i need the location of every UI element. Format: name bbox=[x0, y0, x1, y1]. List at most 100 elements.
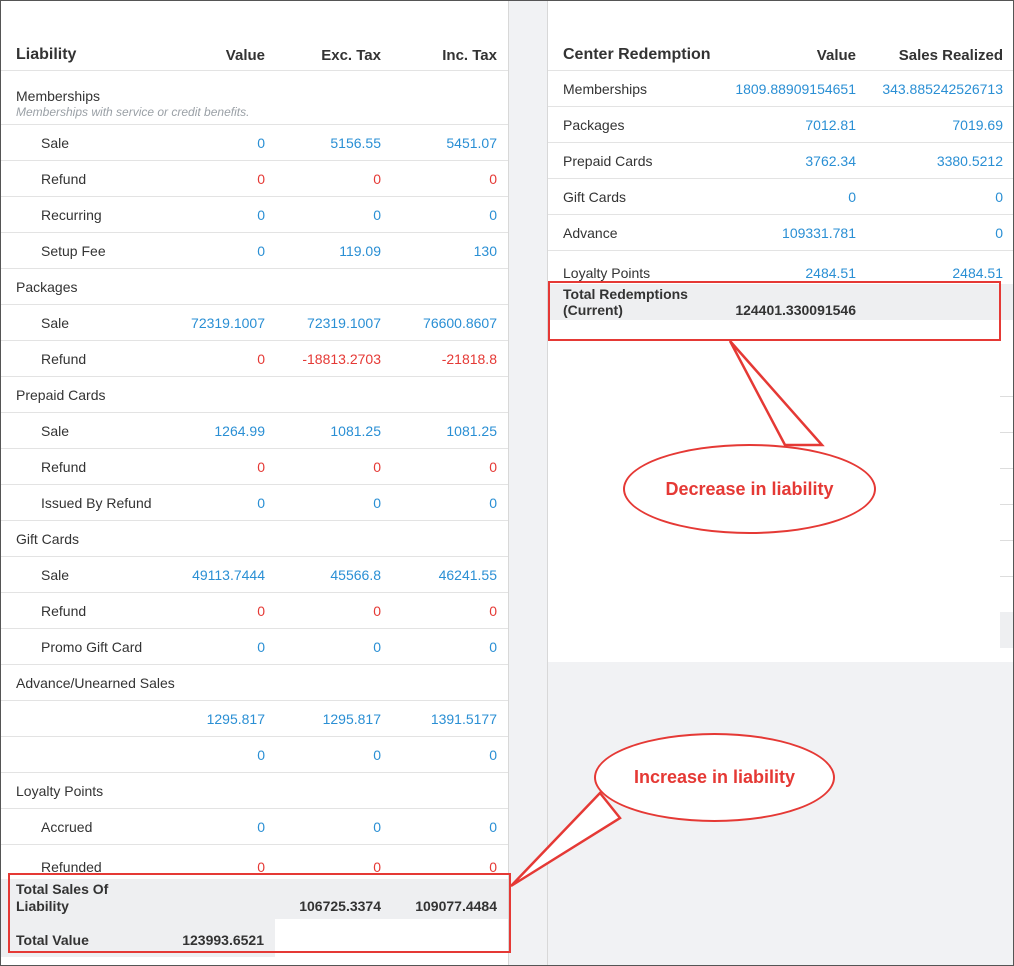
inc-tax-cell[interactable]: 0 bbox=[489, 747, 497, 763]
table-row: Refund 0 -18813.2703 -21818.8 bbox=[1, 341, 508, 377]
inc-tax-cell[interactable]: 0 bbox=[489, 819, 497, 835]
group-title: Memberships bbox=[16, 88, 101, 104]
group-title: Advance/Unearned Sales bbox=[16, 674, 175, 691]
exc-tax-cell[interactable]: 0 bbox=[373, 495, 381, 511]
group-subtitle: Memberships with service or credit benef… bbox=[16, 105, 250, 119]
column-header-exc-tax[interactable]: Exc. Tax bbox=[321, 47, 381, 64]
group-title: Prepaid Cards bbox=[16, 386, 106, 403]
inc-tax-cell[interactable]: 0 bbox=[489, 459, 497, 475]
value-cell[interactable]: 0 bbox=[257, 819, 265, 835]
exc-tax-cell[interactable]: 119.09 bbox=[339, 243, 381, 259]
inc-tax-cell[interactable]: 0 bbox=[489, 603, 497, 619]
value-cell[interactable]: 1809.88909154651 bbox=[735, 81, 856, 97]
column-header-sales-realized[interactable]: Sales Realized bbox=[899, 47, 1003, 64]
exc-tax-cell[interactable]: 1081.25 bbox=[330, 423, 381, 439]
faint-divider bbox=[1000, 432, 1013, 433]
exc-tax-cell[interactable]: 72319.1007 bbox=[307, 315, 381, 331]
value-cell[interactable]: 0 bbox=[257, 351, 265, 367]
sales-realized-cell[interactable]: 7019.69 bbox=[952, 117, 1003, 133]
table-row: Packages 7012.81 7019.69 bbox=[548, 107, 1013, 143]
inc-tax-cell[interactable]: 0 bbox=[489, 639, 497, 655]
column-header-inc-tax[interactable]: Inc. Tax bbox=[442, 47, 497, 64]
group-gift-cards: Gift Cards bbox=[1, 521, 508, 557]
row-label: Recurring bbox=[41, 206, 102, 223]
row-label: Advance bbox=[563, 224, 618, 241]
faint-divider bbox=[1000, 612, 1013, 648]
exc-tax-cell[interactable]: 5156.55 bbox=[330, 135, 381, 151]
inc-tax-cell[interactable]: 5451.07 bbox=[446, 135, 497, 151]
exc-tax-cell[interactable]: 0 bbox=[373, 639, 381, 655]
row-label: Refund bbox=[41, 170, 87, 187]
redemption-header: Center Redemption Value Sales Realized bbox=[548, 1, 1013, 71]
table-row: Issued By Refund 0 0 0 bbox=[1, 485, 508, 521]
value-cell[interactable]: 3762.34 bbox=[805, 153, 856, 169]
value-cell[interactable]: 72319.1007 bbox=[191, 315, 265, 331]
value-cell[interactable]: 0 bbox=[257, 603, 265, 619]
sales-realized-cell[interactable]: 3380.5212 bbox=[937, 153, 1003, 169]
table-row: Sale 72319.1007 72319.1007 76600.8607 bbox=[1, 305, 508, 341]
inc-tax-cell[interactable]: 0 bbox=[489, 171, 497, 187]
exc-tax-cell[interactable]: 1295.817 bbox=[323, 711, 381, 727]
value-cell[interactable]: 2484.51 bbox=[805, 265, 856, 281]
inc-tax-cell[interactable]: 46241.55 bbox=[439, 567, 497, 583]
value-cell[interactable]: 0 bbox=[257, 243, 265, 259]
table-row: Promo Gift Card 0 0 0 bbox=[1, 629, 508, 665]
sales-realized-cell[interactable]: 2484.51 bbox=[952, 265, 1003, 281]
callout-decrease-text: Decrease in liability bbox=[665, 478, 834, 499]
value-cell[interactable]: 0 bbox=[257, 135, 265, 151]
row-label: Gift Cards bbox=[563, 188, 627, 205]
sales-realized-cell[interactable]: 0 bbox=[995, 189, 1003, 205]
exc-tax-cell[interactable]: 0 bbox=[373, 747, 381, 763]
value-cell[interactable]: 7012.81 bbox=[805, 117, 856, 133]
exc-tax-cell[interactable]: 45566.8 bbox=[330, 567, 381, 583]
value-cell[interactable]: 49113.7444 bbox=[192, 567, 265, 583]
row-label: Sale bbox=[41, 566, 70, 583]
highlight-box-liability-totals bbox=[8, 873, 511, 953]
group-memberships: Memberships Memberships with service or … bbox=[1, 71, 508, 125]
value-cell[interactable]: 1264.99 bbox=[214, 423, 265, 439]
sales-realized-cell[interactable]: 0 bbox=[995, 225, 1003, 241]
value-cell[interactable]: 0 bbox=[257, 639, 265, 655]
row-label: Sale bbox=[41, 314, 70, 331]
group-packages: Packages bbox=[1, 269, 508, 305]
table-row: Refund 0 0 0 bbox=[1, 593, 508, 629]
inc-tax-cell[interactable]: 1081.25 bbox=[446, 423, 497, 439]
faint-divider bbox=[1000, 576, 1013, 577]
liability-table: Liability Value Exc. Tax Inc. Tax Member… bbox=[1, 1, 508, 875]
value-cell[interactable]: 1295.817 bbox=[207, 711, 265, 727]
value-cell[interactable]: 0 bbox=[257, 747, 265, 763]
row-label: Memberships bbox=[563, 80, 648, 97]
exc-tax-cell[interactable]: 0 bbox=[373, 207, 381, 223]
column-header-value[interactable]: Value bbox=[817, 47, 856, 64]
inc-tax-cell[interactable]: 76600.8607 bbox=[423, 315, 497, 331]
panel-gap bbox=[508, 1, 548, 965]
center-redemption-table: Center Redemption Value Sales Realized M… bbox=[548, 1, 1013, 281]
liability-title: Liability bbox=[16, 46, 77, 63]
faint-divider bbox=[1000, 540, 1013, 541]
exc-tax-cell[interactable]: 0 bbox=[373, 603, 381, 619]
row-label: Issued By Refund bbox=[41, 494, 152, 511]
inc-tax-cell[interactable]: 1391.5177 bbox=[431, 711, 497, 727]
group-prepaid-cards: Prepaid Cards bbox=[1, 377, 508, 413]
row-label: Promo Gift Card bbox=[41, 638, 143, 655]
exc-tax-cell[interactable]: 0 bbox=[373, 459, 381, 475]
exc-tax-cell[interactable]: 0 bbox=[373, 819, 381, 835]
value-cell[interactable]: 0 bbox=[848, 189, 856, 205]
inc-tax-cell[interactable]: 130 bbox=[474, 243, 497, 259]
column-header-value[interactable]: Value bbox=[226, 47, 265, 64]
value-cell[interactable]: 0 bbox=[257, 171, 265, 187]
sales-realized-cell[interactable]: 343.885242526713 bbox=[882, 81, 1003, 97]
value-cell[interactable]: 109331.781 bbox=[782, 225, 856, 241]
inc-tax-cell[interactable]: 0 bbox=[489, 207, 497, 223]
exc-tax-cell[interactable]: -18813.2703 bbox=[302, 351, 381, 367]
value-cell[interactable]: 0 bbox=[257, 459, 265, 475]
table-row: Refund 0 0 0 bbox=[1, 161, 508, 197]
value-cell[interactable]: 0 bbox=[257, 495, 265, 511]
table-row: Sale 0 5156.55 5451.07 bbox=[1, 125, 508, 161]
table-row: Recurring 0 0 0 bbox=[1, 197, 508, 233]
exc-tax-cell[interactable]: 0 bbox=[373, 171, 381, 187]
faint-divider bbox=[1000, 468, 1013, 469]
value-cell[interactable]: 0 bbox=[257, 207, 265, 223]
inc-tax-cell[interactable]: -21818.8 bbox=[442, 351, 497, 367]
inc-tax-cell[interactable]: 0 bbox=[489, 495, 497, 511]
